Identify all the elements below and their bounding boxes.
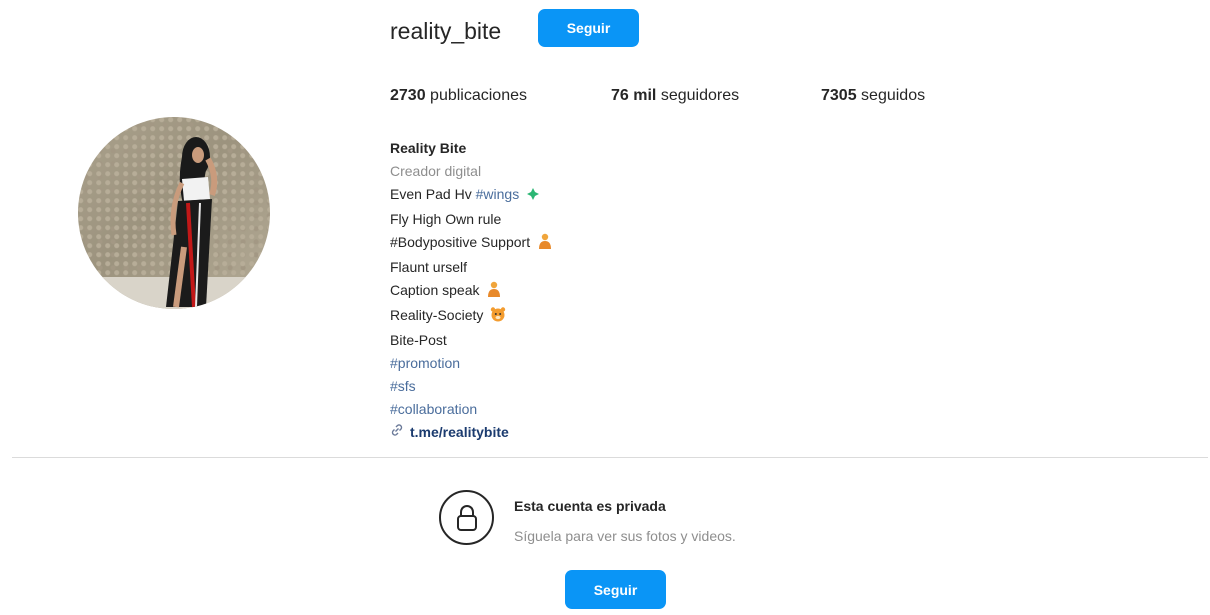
following-label: seguidos	[861, 87, 926, 104]
person-emoji-icon	[486, 281, 502, 304]
hashtag-sfs[interactable]: #sfs	[390, 375, 553, 398]
private-account-title: Esta cuenta es privada	[514, 498, 666, 514]
private-account-subtitle: Síguela para ver sus fotos y videos.	[514, 528, 736, 544]
green-sparkle-emoji-icon	[526, 185, 540, 208]
bio-line-6-text: Reality-Society	[390, 307, 484, 323]
link-text: t.me/realitybite	[410, 424, 509, 440]
person-emoji-icon	[537, 233, 553, 256]
bio-line-3-text: #Bodypositive Support	[390, 234, 531, 250]
followers-count: 76 mil	[611, 87, 657, 104]
hashtag-collaboration[interactable]: #collaboration	[390, 398, 553, 421]
bio-line-1-text: Even Pad Hv	[390, 186, 472, 202]
hashtag-wings[interactable]: #wings	[476, 186, 520, 202]
bio-line-1: Even Pad Hv #wings	[390, 183, 553, 208]
avatar-figure	[166, 137, 218, 308]
external-link[interactable]: t.me/realitybite	[390, 421, 553, 444]
lock-icon	[439, 490, 494, 545]
following-count: 7305	[821, 87, 857, 104]
tiger-emoji-icon	[490, 306, 506, 329]
bio-line-6: Reality-Society	[390, 304, 553, 329]
bio-category: Creador digital	[390, 163, 482, 179]
posts-stat: 2730 publicaciones	[390, 87, 527, 105]
hashtag-promotion[interactable]: #promotion	[390, 352, 553, 375]
followers-stat[interactable]: 76 mil seguidores	[611, 87, 739, 105]
following-stat[interactable]: 7305 seguidos	[821, 87, 925, 105]
bio-line-5: Caption speak	[390, 279, 553, 304]
posts-count: 2730	[390, 87, 426, 104]
profile-username: reality_bite	[390, 18, 502, 44]
posts-label: publicaciones	[430, 87, 527, 104]
bio-line-4: Flaunt urself	[390, 259, 468, 275]
bio-line-7: Bite-Post	[390, 332, 447, 348]
follow-button[interactable]: Seguir	[538, 9, 639, 47]
follow-button-private[interactable]: Seguir	[565, 570, 666, 609]
bio-name: Reality Bite	[390, 140, 467, 156]
bio-line-5-text: Caption speak	[390, 282, 480, 298]
bio-line-3: #Bodypositive Support	[390, 231, 553, 256]
profile-avatar[interactable]	[78, 117, 270, 309]
followers-label: seguidores	[660, 87, 740, 104]
profile-bio: Reality Bite Creador digital Even Pad Hv…	[390, 137, 553, 444]
bio-line-2: Fly High Own rule	[390, 211, 502, 227]
section-divider	[12, 457, 1208, 458]
link-icon	[390, 421, 404, 444]
